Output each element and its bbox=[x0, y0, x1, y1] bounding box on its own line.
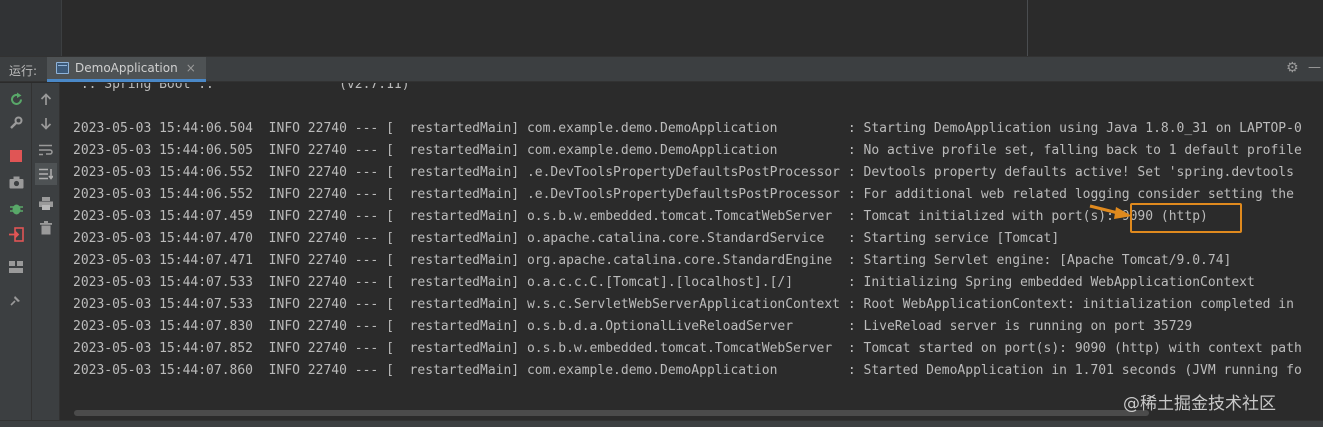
arrow-down-icon[interactable] bbox=[36, 113, 56, 133]
layout-icon[interactable] bbox=[6, 257, 26, 277]
exit-icon[interactable] bbox=[6, 224, 26, 244]
tab-demo-application[interactable]: DemoApplication × bbox=[47, 57, 206, 82]
editor-right-margin bbox=[1027, 0, 1028, 56]
run-tool-window-header: 运行: DemoApplication × ⚙ — bbox=[0, 57, 1323, 82]
watermark-text: @稀土掘金技术社区 bbox=[1123, 394, 1276, 414]
horizontal-scrollbar[interactable] bbox=[74, 410, 1149, 416]
scroll-to-end-icon[interactable] bbox=[35, 163, 57, 185]
soft-wrap-icon[interactable] bbox=[36, 140, 56, 160]
arrow-up-icon[interactable] bbox=[36, 89, 56, 109]
log-line: 2023-05-03 15:44:07.533 INFO 22740 --- [… bbox=[73, 275, 1255, 290]
log-line: 2023-05-03 15:44:06.505 INFO 22740 --- [… bbox=[73, 143, 1302, 158]
log-line: 2023-05-03 15:44:06.552 INFO 22740 --- [… bbox=[73, 165, 1294, 180]
tab-label: DemoApplication bbox=[75, 61, 178, 75]
editor-gutter bbox=[0, 0, 62, 56]
trash-icon[interactable] bbox=[36, 218, 56, 238]
spring-boot-banner: :: Spring Boot :: (v2.7.11) bbox=[73, 83, 410, 92]
log-line: 2023-05-03 15:44:06.552 INFO 22740 --- [… bbox=[73, 187, 1294, 202]
log-line: 2023-05-03 15:44:07.860 INFO 22740 --- [… bbox=[73, 363, 1302, 378]
wrench-icon[interactable] bbox=[6, 113, 26, 133]
pin-icon[interactable] bbox=[6, 290, 26, 310]
port-highlight-box bbox=[1130, 203, 1242, 233]
status-bar bbox=[0, 420, 1323, 427]
watermark: @稀土掘金技术社区 bbox=[1123, 389, 1276, 414]
camera-icon[interactable] bbox=[6, 172, 26, 192]
stop-icon[interactable] bbox=[6, 146, 26, 166]
log-line: 2023-05-03 15:44:07.471 INFO 22740 --- [… bbox=[73, 253, 1232, 268]
log-line: 2023-05-03 15:44:07.830 INFO 22740 --- [… bbox=[73, 319, 1193, 334]
run-config-icon bbox=[56, 62, 69, 74]
gear-icon[interactable]: ⚙ bbox=[1286, 60, 1299, 76]
run-panel-label: 运行: bbox=[9, 64, 38, 78]
print-icon[interactable] bbox=[36, 193, 56, 213]
close-icon[interactable]: × bbox=[186, 61, 196, 75]
minimize-icon[interactable]: — bbox=[1308, 60, 1321, 75]
annotation-arrow-icon bbox=[1089, 204, 1132, 219]
log-line: 2023-05-03 15:44:06.504 INFO 22740 --- [… bbox=[73, 121, 1302, 136]
log-line: 2023-05-03 15:44:07.852 INFO 22740 --- [… bbox=[73, 341, 1302, 356]
log-line: 2023-05-03 15:44:07.459 INFO 22740 --- [… bbox=[73, 209, 1208, 224]
log-line: 2023-05-03 15:44:07.470 INFO 22740 --- [… bbox=[73, 231, 1060, 246]
console-output[interactable]: :: Spring Boot :: (v2.7.11) 2023-05-03 1… bbox=[61, 83, 1323, 427]
log-line: 2023-05-03 15:44:07.533 INFO 22740 --- [… bbox=[73, 297, 1294, 312]
rerun-icon[interactable] bbox=[6, 89, 26, 109]
run-toolbar-primary bbox=[0, 83, 32, 427]
run-toolbar-secondary bbox=[32, 83, 60, 427]
debug-bug-icon[interactable] bbox=[6, 198, 26, 218]
editor-area bbox=[0, 0, 1323, 56]
